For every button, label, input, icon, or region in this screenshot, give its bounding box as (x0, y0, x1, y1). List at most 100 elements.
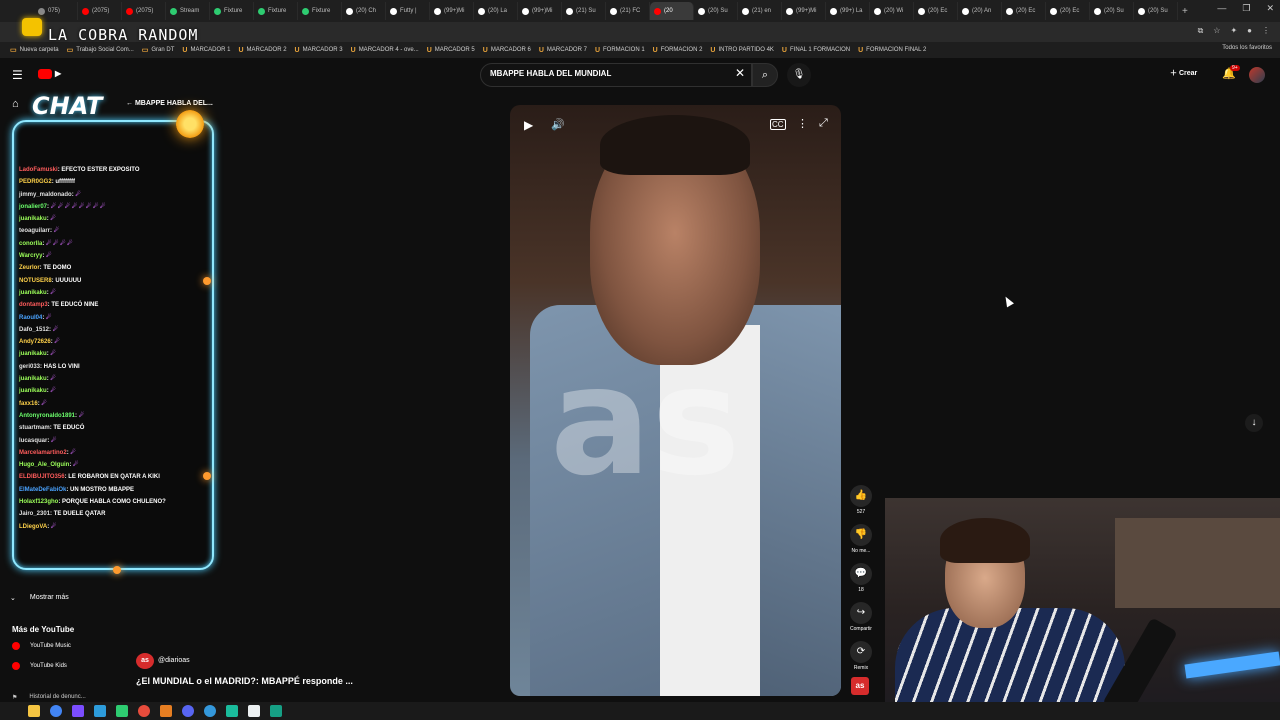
chat-username[interactable]: juanikaku (19, 376, 47, 382)
chat-username[interactable]: LDiegoVA (19, 524, 47, 530)
chat-username[interactable]: juanikaku (19, 388, 47, 394)
chat-username[interactable]: juanikaku (19, 216, 47, 222)
remix-button[interactable]: ⟳ Remix (848, 641, 874, 671)
discord-icon[interactable] (182, 705, 194, 717)
app-icon[interactable] (270, 705, 282, 717)
chat-username[interactable]: NOTUSER8 (19, 278, 52, 284)
channel-avatar[interactable]: as (136, 653, 154, 669)
play-button[interactable]: ▶ (524, 118, 533, 132)
clear-search-icon[interactable]: ✕ (735, 66, 745, 80)
app-icon[interactable] (248, 705, 260, 717)
browser-tab[interactable]: (20) An (958, 2, 1002, 20)
bookmark-item[interactable]: U MARCADOR 5 (427, 47, 475, 54)
home-icon[interactable]: ⌂ (12, 98, 19, 110)
search-input[interactable] (490, 69, 730, 78)
chat-username[interactable]: Dafo_1512 (19, 327, 49, 333)
bookmark-item[interactable]: U MARCADOR 7 (539, 47, 587, 54)
minimize-button[interactable]: — (1217, 3, 1226, 14)
browser-tab[interactable]: (2075) (78, 2, 122, 20)
chat-username[interactable]: juanikaku (19, 351, 47, 357)
video-title[interactable]: ¿El MUNDIAL o el MADRID?: MBAPPÉ respond… (136, 676, 353, 686)
chat-username[interactable]: juanikaku (19, 290, 47, 296)
app-icon[interactable] (94, 705, 106, 717)
channel-handle[interactable]: @diarioas (158, 657, 190, 664)
app-icon[interactable] (226, 705, 238, 717)
browser-tab[interactable]: (20) Su (1134, 2, 1178, 20)
hamburger-menu-icon[interactable]: ☰ (12, 68, 23, 82)
app-icon[interactable] (160, 705, 172, 717)
all-favorites-link[interactable]: Todos los favoritos (1222, 45, 1272, 51)
fullscreen-icon[interactable]: ⤢ (819, 117, 828, 130)
browser-tab[interactable]: (21) FC (606, 2, 650, 20)
user-avatar[interactable] (1249, 67, 1265, 83)
file-explorer-icon[interactable] (28, 705, 40, 717)
browser-tab[interactable]: (20) Wi (870, 2, 914, 20)
browser-tab[interactable]: 075) (34, 2, 78, 20)
chat-username[interactable]: Warcryy (19, 253, 42, 259)
bookmark-item[interactable]: U MARCADOR 2 (238, 47, 286, 54)
browser-tab[interactable]: Fixture (210, 2, 254, 20)
more-options-icon[interactable]: ⋮ (797, 117, 808, 130)
chat-username[interactable]: Andy72626 (19, 339, 51, 345)
sidebar-item-report-history[interactable]: ⚑ Historial de denunc... (12, 694, 86, 701)
volume-button[interactable]: 🔊 (551, 118, 565, 131)
bookmark-star-icon[interactable]: ☆ (1213, 26, 1220, 36)
chat-username[interactable]: PEDR0GG2 (19, 179, 52, 185)
new-tab-button[interactable]: + (1182, 6, 1188, 17)
show-more-button[interactable]: ⌄ Mostrar más (10, 594, 69, 602)
bookmark-item[interactable]: U MARCADOR 4 - ove... (351, 47, 419, 54)
sidebar-item-youtube-music[interactable]: YouTube Music (12, 642, 71, 650)
chat-username[interactable]: jimmy_maldonado (19, 192, 72, 198)
chat-username[interactable]: Jairo_2301 (19, 511, 50, 517)
bookmark-item[interactable]: ▭ Trabajo Social Com... (67, 46, 134, 54)
maximize-button[interactable]: ❐ (1242, 3, 1250, 14)
comments-button[interactable]: 💬 18 (848, 563, 874, 593)
chat-username[interactable]: Marcelamartino2 (19, 450, 67, 456)
browser-tab[interactable]: (20) Su (694, 2, 738, 20)
chat-username[interactable]: stuartmam (19, 425, 50, 431)
bookmark-item[interactable]: U INTRO PARTIDO 4K (710, 47, 774, 54)
bookmark-item[interactable]: U FORMACION 2 (653, 47, 703, 54)
browser-tab[interactable]: Fixture (298, 2, 342, 20)
voice-search-button[interactable]: 🎙 (787, 63, 811, 87)
browser-tab[interactable]: Stream (166, 2, 210, 20)
app-icon[interactable] (72, 705, 84, 717)
browser-tab[interactable]: Fixture (254, 2, 298, 20)
chat-username[interactable]: jonalier07 (19, 204, 47, 210)
close-window-button[interactable]: ✕ (1266, 3, 1274, 14)
chat-username[interactable]: ELDIBUJITO356 (19, 474, 65, 480)
chat-username[interactable]: Holaxf123gho (19, 499, 58, 505)
extension-icon[interactable]: ⧉ (1198, 26, 1204, 36)
captions-button[interactable]: CC (770, 119, 786, 130)
browser-tab[interactable]: (20) La (474, 2, 518, 20)
chat-username[interactable]: Hugo_Ale_Olguin (19, 462, 69, 468)
extension-puzzle-icon[interactable]: ✦ (1230, 26, 1237, 36)
chrome-icon[interactable] (50, 705, 62, 717)
browser-tab[interactable]: (20) Ec (1002, 2, 1046, 20)
app-icon[interactable] (116, 705, 128, 717)
next-short-button[interactable]: ↓ (1245, 414, 1263, 432)
bookmark-item[interactable]: ▭ Nueva carpeta (10, 46, 59, 54)
profile-icon[interactable]: ● (1247, 26, 1252, 36)
browser-tab[interactable]: Futty | (386, 2, 430, 20)
search-button[interactable]: ⌕ (752, 63, 778, 87)
browser-tab[interactable]: (99+)Mi (430, 2, 474, 20)
browser-tab[interactable]: (2075) (122, 2, 166, 20)
channel-thumbnail[interactable]: as (851, 677, 869, 695)
bookmark-item[interactable]: ▭ Gran DT (142, 46, 175, 54)
browser-tab[interactable]: (99+) La (826, 2, 870, 20)
chat-username[interactable]: Raoul04 (19, 315, 42, 321)
chat-username[interactable]: Antonyronaldo1891 (19, 413, 75, 419)
share-button[interactable]: ↪ Compartir (848, 602, 874, 632)
browser-tab[interactable]: (21) en (738, 2, 782, 20)
chat-username[interactable]: dontamp3 (19, 302, 48, 308)
chat-username[interactable]: conorlla (19, 241, 42, 247)
browser-tab[interactable]: (20) Ch (342, 2, 386, 20)
chat-username[interactable]: faxx16 (19, 401, 38, 407)
chat-username[interactable]: Zeurlor (19, 265, 40, 271)
bookmark-item[interactable]: U FORMACION FINAL 2 (858, 47, 926, 54)
app-icon[interactable] (204, 705, 216, 717)
browser-tab[interactable]: (20) Ec (1046, 2, 1090, 20)
short-video-player[interactable]: as (510, 105, 841, 696)
chat-username[interactable]: LadoFamuski (19, 167, 58, 173)
